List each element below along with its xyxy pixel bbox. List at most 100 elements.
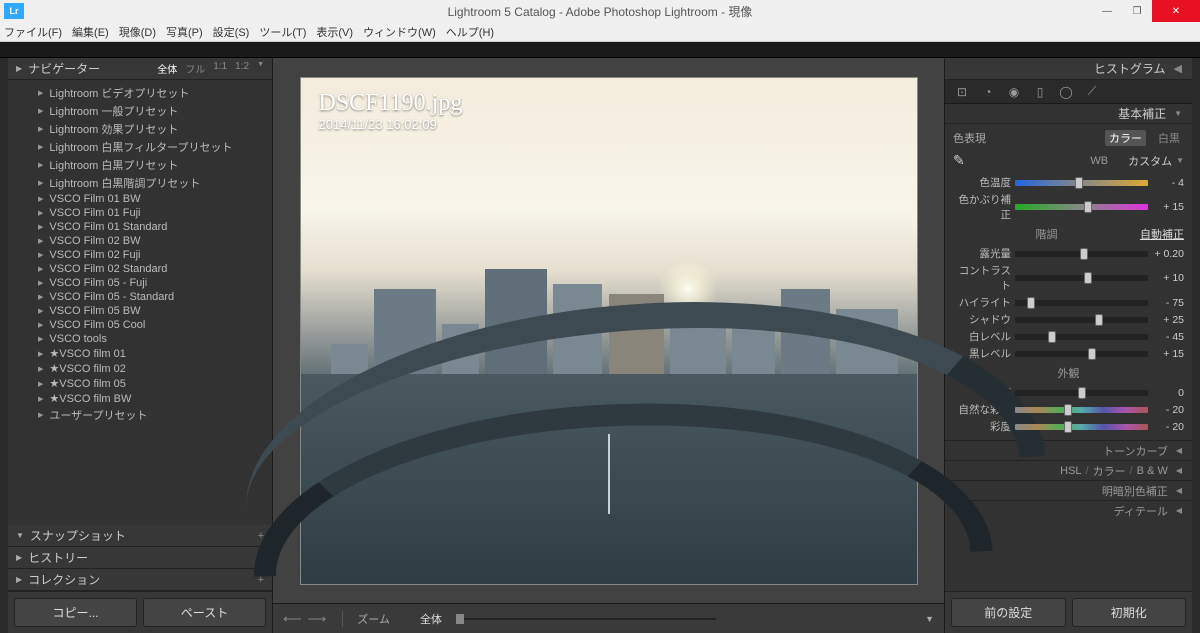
paste-button[interactable]: ペースト — [143, 598, 266, 627]
menubar: ファイル(F) 編集(E) 現像(D) 写真(P) 設定(S) ツール(T) 表… — [0, 22, 1200, 42]
preset-item[interactable]: ▶★VSCO film 01 — [8, 346, 272, 361]
navigator-header[interactable]: ▶ ナビゲーター 全体 フル 1:1 1:2 ▼ — [8, 58, 272, 80]
previous-button[interactable]: 前の設定 — [951, 598, 1066, 627]
highlights-value[interactable]: - 75 — [1148, 297, 1184, 309]
preset-item[interactable]: ▶Lightroom 白黒フィルタープリセット — [8, 138, 272, 156]
temp-value[interactable]: - 4 — [1148, 177, 1184, 189]
image-canvas[interactable]: DSCF1190.jpg 2014/11/23 16:02:09 — [285, 68, 932, 593]
prev-photo-button[interactable]: ⟵ — [283, 611, 302, 627]
preset-item[interactable]: ▶VSCO Film 05 - Fuji — [8, 276, 272, 290]
preset-item[interactable]: ▶★VSCO film BW — [8, 391, 272, 406]
history-header[interactable]: ▶ ヒストリー ◀ — [8, 547, 272, 569]
radial-filter-icon[interactable]: ◯ — [1057, 84, 1075, 100]
wb-dropdown[interactable]: カスタム — [1128, 153, 1172, 169]
whites-value[interactable]: - 45 — [1148, 331, 1184, 343]
treatment-bw[interactable]: 白黒 — [1154, 130, 1184, 146]
left-edge[interactable] — [0, 58, 8, 633]
chevron-right-icon: ▶ — [38, 380, 43, 388]
preset-item[interactable]: ▶VSCO tools — [8, 332, 272, 346]
preset-item[interactable]: ▶ユーザープリセット — [8, 406, 272, 424]
basic-panel-header[interactable]: 基本補正 ▼ — [945, 104, 1192, 124]
vibrance-value[interactable]: - 20 — [1148, 404, 1184, 416]
spot-removal-icon[interactable]: ◔ — [979, 84, 997, 100]
zoom-fit[interactable]: 全体 — [157, 61, 177, 76]
zoom-fill[interactable]: フル — [185, 61, 205, 76]
chevron-right-icon: ▶ — [38, 251, 43, 259]
preset-item[interactable]: ▶Lightroom 白黒階調プリセット — [8, 174, 272, 192]
preset-item[interactable]: ▶Lightroom ビデオプリセット — [8, 84, 272, 102]
preset-item[interactable]: ▶Lightroom 一般プリセット — [8, 102, 272, 120]
eyedropper-icon[interactable]: ✎ — [953, 152, 965, 169]
menu-edit[interactable]: 編集(E) — [72, 24, 109, 40]
preset-item[interactable]: ▶VSCO Film 01 Standard — [8, 220, 272, 234]
preset-item[interactable]: ▶VSCO Film 01 Fuji — [8, 206, 272, 220]
contrast-value[interactable]: + 10 — [1148, 272, 1184, 284]
copy-button[interactable]: コピー... — [14, 598, 137, 627]
menu-help[interactable]: ヘルプ(H) — [446, 24, 494, 40]
exposure-slider[interactable] — [1015, 251, 1148, 257]
chevron-right-icon: ▶ — [38, 395, 43, 403]
snapshots-header[interactable]: ▼ スナップショット + — [8, 525, 272, 547]
preset-item[interactable]: ▶VSCO Film 01 BW — [8, 192, 272, 206]
right-edge[interactable] — [1192, 58, 1200, 633]
preset-item[interactable]: ▶VSCO Film 02 Fuji — [8, 248, 272, 262]
highlights-slider[interactable] — [1015, 300, 1148, 306]
saturation-slider[interactable] — [1015, 424, 1148, 430]
hsl-header[interactable]: HSL/ カラー/ B & W ◀ — [945, 460, 1192, 480]
preset-item[interactable]: ▶★VSCO film 05 — [8, 376, 272, 391]
gradient-filter-icon[interactable]: ▯ — [1031, 84, 1049, 100]
histogram-header[interactable]: ヒストグラム ◀ — [945, 58, 1192, 80]
temp-slider[interactable] — [1015, 180, 1148, 186]
collections-header[interactable]: ▶ コレクション + — [8, 569, 272, 591]
preset-item[interactable]: ▶VSCO Film 05 - Standard — [8, 290, 272, 304]
preset-item[interactable]: ▶Lightroom 効果プリセット — [8, 120, 272, 138]
chevron-down-icon[interactable]: ▼ — [1176, 156, 1184, 165]
menu-file[interactable]: ファイル(F) — [4, 24, 62, 40]
next-photo-button[interactable]: ⟶ — [308, 611, 327, 627]
contrast-slider[interactable] — [1015, 275, 1148, 281]
chevron-down-icon[interactable]: ▼ — [257, 61, 264, 76]
redeye-icon[interactable]: ◉ — [1005, 84, 1023, 100]
restore-button[interactable]: ❐ — [1122, 0, 1152, 22]
clarity-value[interactable]: 0 — [1148, 387, 1184, 399]
vibrance-slider[interactable] — [1015, 407, 1148, 413]
chevron-down-icon[interactable]: ▼ — [925, 614, 934, 624]
zoom-fit-label[interactable]: 全体 — [420, 611, 442, 627]
menu-photo[interactable]: 写真(P) — [166, 24, 203, 40]
menu-window[interactable]: ウィンドウ(W) — [363, 24, 436, 40]
preset-item[interactable]: ▶Lightroom 白黒プリセット — [8, 156, 272, 174]
zoom-1-2[interactable]: 1:2 — [235, 61, 249, 76]
split-toning-header[interactable]: 明暗別色補正◀ — [945, 480, 1192, 500]
zoom-1-1[interactable]: 1:1 — [213, 61, 227, 76]
chevron-right-icon: ▶ — [38, 237, 43, 245]
menu-view[interactable]: 表示(V) — [316, 24, 353, 40]
tint-slider[interactable] — [1015, 204, 1148, 210]
whites-slider[interactable] — [1015, 334, 1148, 340]
treatment-color[interactable]: カラー — [1105, 130, 1146, 146]
chevron-right-icon: ▶ — [38, 265, 43, 273]
menu-develop[interactable]: 現像(D) — [119, 24, 156, 40]
preset-item[interactable]: ▶VSCO Film 05 Cool — [8, 318, 272, 332]
close-button[interactable]: ✕ — [1152, 0, 1200, 22]
preset-item[interactable]: ▶VSCO Film 02 Standard — [8, 262, 272, 276]
menu-tools[interactable]: ツール(T) — [259, 24, 306, 40]
tint-value[interactable]: + 15 — [1148, 201, 1184, 213]
menu-settings[interactable]: 設定(S) — [213, 24, 250, 40]
preset-item[interactable]: ▶VSCO Film 05 BW — [8, 304, 272, 318]
crop-tool-icon[interactable]: ⊡ — [953, 84, 971, 100]
chevron-left-icon: ◀ — [1176, 486, 1182, 495]
auto-tone-button[interactable]: 自動補正 — [1140, 226, 1184, 242]
shadows-value[interactable]: + 25 — [1148, 314, 1184, 326]
blacks-value[interactable]: + 15 — [1148, 348, 1184, 360]
exposure-value[interactable]: + 0.20 — [1148, 248, 1184, 260]
saturation-value[interactable]: - 20 — [1148, 421, 1184, 433]
brush-icon[interactable]: ⟋ — [1083, 84, 1101, 100]
reset-button[interactable]: 初期化 — [1072, 598, 1187, 627]
shadows-slider[interactable] — [1015, 317, 1148, 323]
minimize-button[interactable]: — — [1092, 0, 1122, 22]
clarity-slider[interactable] — [1015, 390, 1148, 396]
preset-item[interactable]: ▶★VSCO film 02 — [8, 361, 272, 376]
blacks-slider[interactable] — [1015, 351, 1148, 357]
preset-item[interactable]: ▶VSCO Film 02 BW — [8, 234, 272, 248]
zoom-slider[interactable] — [456, 618, 716, 620]
